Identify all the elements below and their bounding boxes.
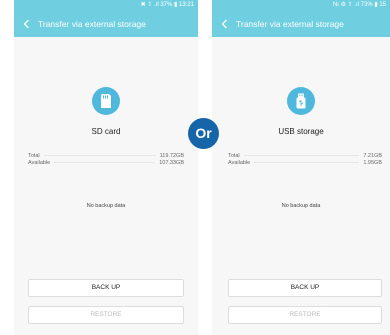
total-label: Total — [228, 152, 240, 159]
restore-button[interactable]: RESTORE — [228, 306, 382, 324]
total-value: 7.21GB — [363, 152, 382, 159]
divider — [54, 162, 156, 163]
chevron-left-icon — [23, 19, 29, 29]
page-title: Transfer via external storage — [38, 19, 146, 29]
status-bar: Nı ⚙ ⇧ .ıl 73% ▮ 15 — [212, 0, 390, 11]
available-value: 1.95GB — [363, 159, 382, 166]
chevron-left-icon — [221, 19, 227, 29]
no-backup-message: No backup data — [86, 203, 126, 209]
backup-button[interactable]: BACK UP — [228, 279, 382, 297]
total-label: Total — [28, 152, 40, 159]
available-value: 107.33GB — [159, 159, 184, 166]
usb-storage-screen: Nı ⚙ ⇧ .ıl 73% ▮ 15 Transfer via externa… — [212, 0, 390, 335]
divider — [43, 155, 156, 156]
app-bar: Transfer via external storage — [14, 11, 198, 37]
available-row: Available 107.33GB — [28, 159, 184, 166]
storage-label: SD card — [91, 127, 121, 136]
total-row: Total 7.21GB — [228, 152, 382, 159]
usb-icon — [287, 87, 315, 115]
back-button[interactable] — [218, 16, 230, 32]
storage-header: USB storage — [212, 87, 390, 136]
backup-button[interactable]: BACK UP — [28, 279, 184, 297]
or-badge: Or — [188, 118, 219, 149]
sd-card-screen: ✖ ⇧ .ıl 37% ▮ 13:21 Transfer via externa… — [14, 0, 198, 335]
total-value: 119.72GB — [159, 152, 184, 159]
storage-label: USB storage — [278, 127, 324, 136]
app-bar: Transfer via external storage — [212, 11, 390, 37]
divider — [254, 162, 360, 163]
no-backup-message: No backup data — [281, 203, 321, 209]
back-button[interactable] — [20, 16, 32, 32]
capacity-info: Total 7.21GB Available 1.95GB — [228, 152, 382, 166]
available-label: Available — [28, 159, 51, 166]
sd-card-icon — [92, 87, 120, 115]
available-label: Available — [228, 159, 251, 166]
total-row: Total 119.72GB — [28, 152, 184, 159]
page-title: Transfer via external storage — [236, 19, 344, 29]
available-row: Available 1.95GB — [228, 159, 382, 166]
restore-button[interactable]: RESTORE — [28, 306, 184, 324]
storage-header: SD card — [14, 87, 198, 136]
divider — [243, 155, 360, 156]
capacity-info: Total 119.72GB Available 107.33GB — [28, 152, 184, 166]
status-bar: ✖ ⇧ .ıl 37% ▮ 13:21 — [14, 0, 198, 11]
